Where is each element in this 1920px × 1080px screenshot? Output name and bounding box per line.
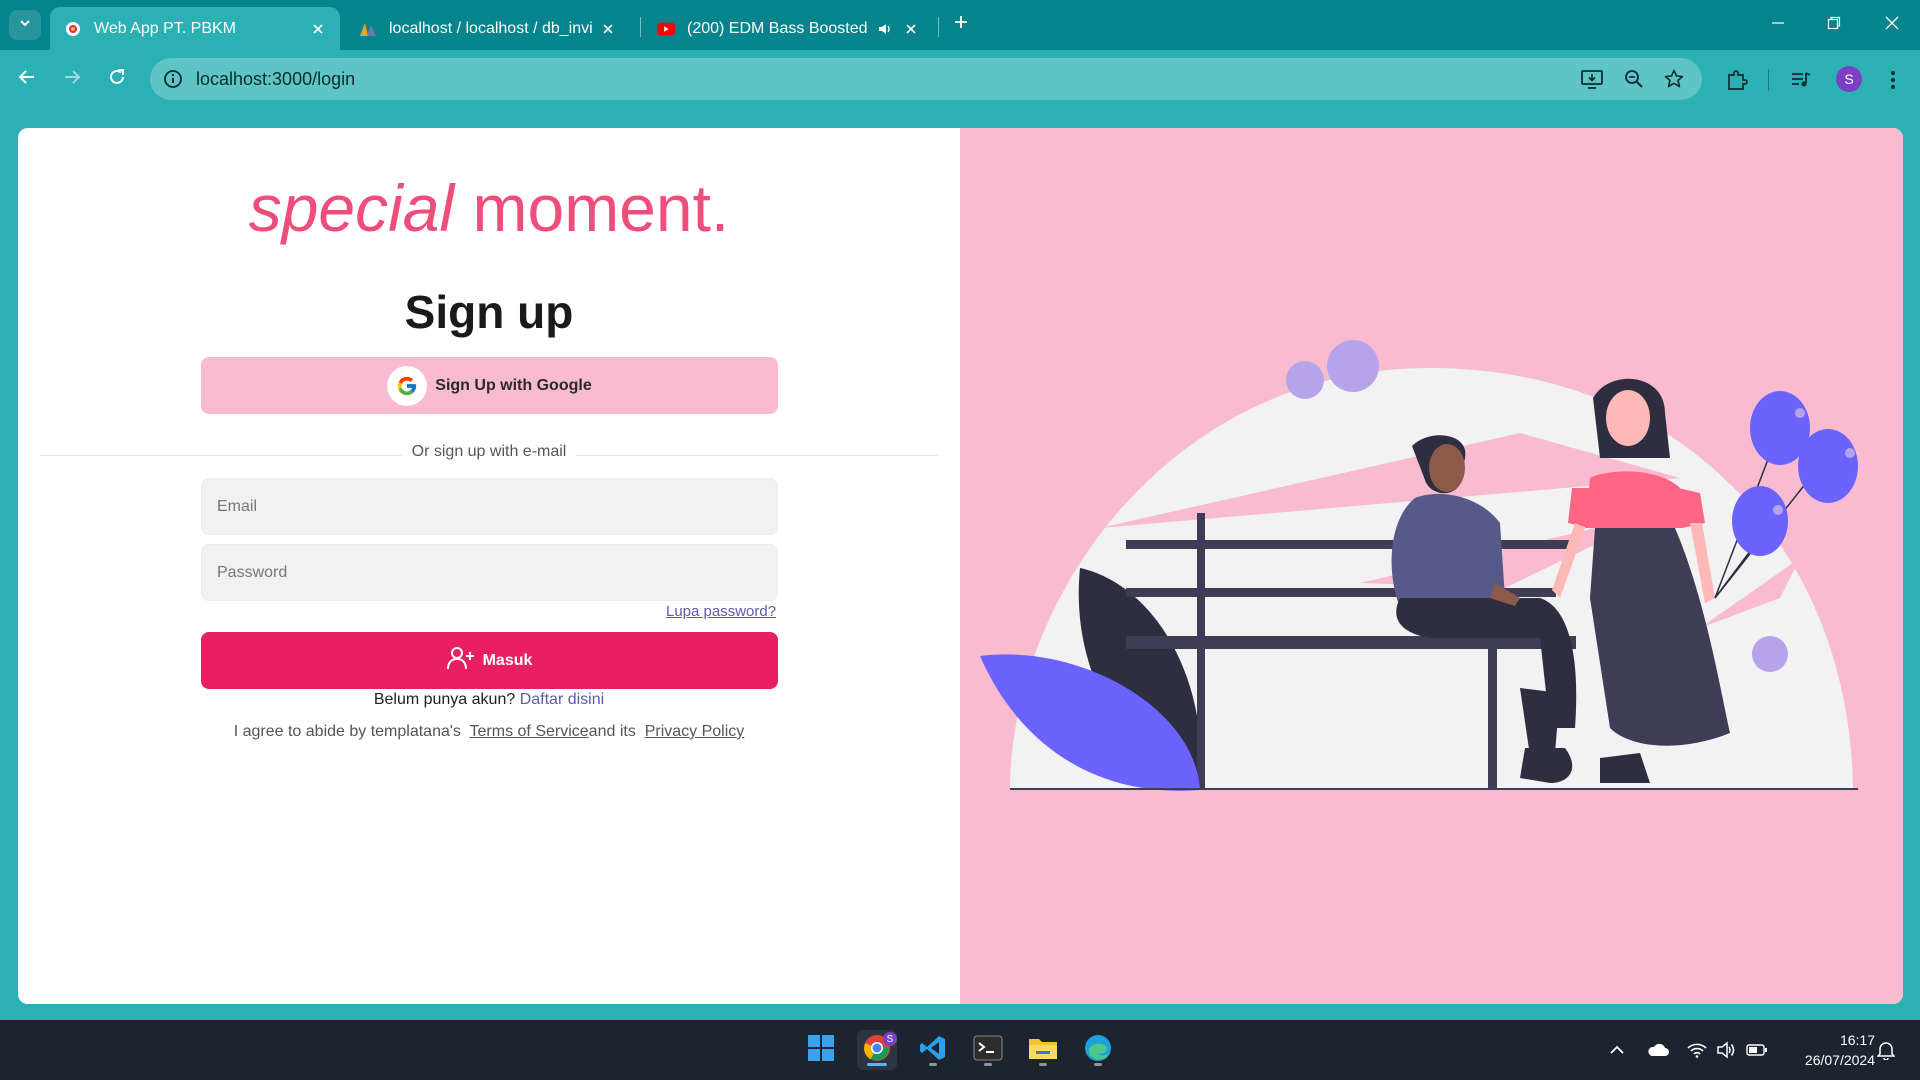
couple-on-bench-illustration — [980, 340, 1858, 791]
zoom-icon[interactable] — [1622, 67, 1646, 91]
terms-mid: and its — [588, 723, 636, 740]
taskbar-edge[interactable] — [1078, 1030, 1118, 1070]
user-plus-icon — [446, 646, 475, 675]
taskbar-vscode[interactable] — [913, 1030, 953, 1070]
restore-button[interactable] — [1814, 10, 1854, 40]
close-tab-icon[interactable] — [901, 19, 921, 39]
extensions-icon[interactable] — [1724, 67, 1750, 93]
clock-date: 26/07/2024 — [1804, 1052, 1875, 1068]
show-hidden-icons[interactable] — [1605, 1038, 1629, 1062]
bookmark-star-icon[interactable] — [1662, 67, 1686, 91]
page-title: Sign up — [404, 286, 574, 338]
active-indicator — [867, 1063, 887, 1066]
chrome-profile-badge: S — [883, 1032, 897, 1046]
back-button[interactable] — [12, 64, 42, 94]
profile-avatar[interactable]: S — [1836, 66, 1862, 92]
phpmyadmin-favicon-icon — [359, 20, 377, 38]
google-signup-label: Sign Up with Google — [435, 376, 592, 394]
speaker-icon[interactable] — [875, 19, 895, 39]
terms-prefix: I agree to abide by templatana's — [233, 723, 461, 740]
system-clock[interactable]: 16:17 26/07/2024 — [1775, 1030, 1875, 1070]
google-signup-button[interactable]: Sign Up with Google — [201, 357, 778, 414]
taskbar-terminal[interactable] — [968, 1030, 1008, 1070]
tab-strip: Web App PT. PBKM localhost / localhost /… — [0, 0, 1920, 50]
new-tab-button[interactable] — [948, 11, 974, 37]
url-text[interactable]: localhost:3000/login — [196, 69, 355, 90]
install-app-icon[interactable] — [1580, 67, 1604, 91]
vscode-icon — [919, 1034, 947, 1067]
onedrive-icon[interactable] — [1646, 1038, 1670, 1062]
running-indicator — [929, 1063, 937, 1066]
page-viewport: special moment. Sign up Sign Up with Goo… — [0, 108, 1920, 1020]
brand-logo: special moment. — [18, 168, 960, 248]
submit-button[interactable]: Masuk — [201, 632, 778, 689]
running-indicator — [984, 1063, 992, 1066]
tab-title: (200) EDM Bass Boosted Mu — [687, 19, 869, 37]
arrow-right-icon — [63, 68, 81, 91]
signup-panel: special moment. Sign up Sign Up with Goo… — [18, 128, 960, 1004]
tab-web-app[interactable]: Web App PT. PBKM — [50, 7, 340, 50]
reload-icon — [108, 68, 126, 91]
taskbar-chrome[interactable]: S — [857, 1030, 897, 1070]
more-menu-icon[interactable] — [1880, 67, 1906, 93]
close-window-button[interactable] — [1872, 10, 1912, 40]
notification-bell-icon[interactable] — [1874, 1038, 1898, 1062]
media-control-icon[interactable] — [1788, 67, 1814, 93]
minimize-icon — [1771, 16, 1785, 35]
terms-line: I agree to abide by templatana's Terms o… — [18, 723, 960, 741]
tab-separator — [640, 17, 641, 37]
terminal-icon — [973, 1035, 1003, 1066]
youtube-favicon-icon — [657, 20, 675, 38]
submit-label: Masuk — [482, 651, 533, 669]
chevron-down-icon — [18, 16, 32, 35]
toolbar-separator — [1768, 69, 1769, 91]
app-favicon-icon — [64, 20, 82, 38]
browser-toolbar: localhost:3000/login S — [0, 50, 1920, 108]
terms-of-service-link[interactable]: Terms of Service — [470, 723, 589, 740]
email-field[interactable] — [201, 478, 778, 535]
windows-logo-icon — [807, 1034, 835, 1067]
tab-search-button[interactable] — [9, 10, 41, 40]
tab-title: Web App PT. PBKM — [94, 19, 236, 37]
close-tab-icon[interactable] — [598, 19, 618, 39]
tab-phpmyadmin[interactable]: localhost / localhost / db_invita — [345, 7, 630, 50]
restore-icon — [1827, 16, 1841, 35]
wifi-icon[interactable] — [1685, 1038, 1709, 1062]
running-indicator — [1094, 1063, 1102, 1066]
tab-title: localhost / localhost / db_invita — [389, 19, 592, 37]
address-bar[interactable]: localhost:3000/login — [150, 58, 1702, 100]
forgot-password-link[interactable]: Lupa password? — [666, 603, 776, 620]
logo-text-moment: moment. — [472, 171, 730, 245]
logo-text-special: special — [248, 171, 455, 245]
minimize-button[interactable] — [1758, 10, 1798, 40]
register-link[interactable]: Daftar disini — [520, 691, 604, 708]
privacy-policy-link[interactable]: Privacy Policy — [645, 723, 745, 740]
forward-button[interactable] — [57, 64, 87, 94]
close-tab-icon[interactable] — [308, 19, 328, 39]
battery-icon[interactable] — [1745, 1038, 1769, 1062]
google-icon — [387, 365, 428, 406]
illustration-panel — [960, 128, 1903, 1004]
tab-youtube[interactable]: (200) EDM Bass Boosted Mu — [643, 7, 933, 50]
reload-button[interactable] — [102, 64, 132, 94]
tab-separator — [938, 17, 939, 37]
divider-text: Or sign up with e-mail — [401, 443, 577, 460]
register-prompt: Belum punya akun? — [373, 691, 516, 708]
start-button[interactable] — [801, 1030, 841, 1070]
taskbar-file-explorer[interactable] — [1023, 1030, 1063, 1070]
volume-icon[interactable] — [1714, 1038, 1738, 1062]
windows-taskbar: S 16:17 26/07/2024 — [0, 1020, 1920, 1080]
arrow-left-icon — [18, 68, 36, 91]
divider-label: Or sign up with e-mail — [18, 443, 960, 461]
running-indicator — [1039, 1063, 1047, 1066]
folder-icon — [1028, 1035, 1058, 1066]
password-field[interactable] — [201, 544, 778, 601]
close-icon — [1885, 16, 1899, 35]
plus-icon — [953, 14, 969, 35]
site-info-icon[interactable] — [162, 68, 184, 90]
register-line: Belum punya akun? Daftar disini — [18, 691, 960, 709]
clock-time: 16:17 — [1839, 1032, 1875, 1048]
login-card: special moment. Sign up Sign Up with Goo… — [18, 128, 1903, 1004]
edge-icon — [1084, 1034, 1112, 1067]
